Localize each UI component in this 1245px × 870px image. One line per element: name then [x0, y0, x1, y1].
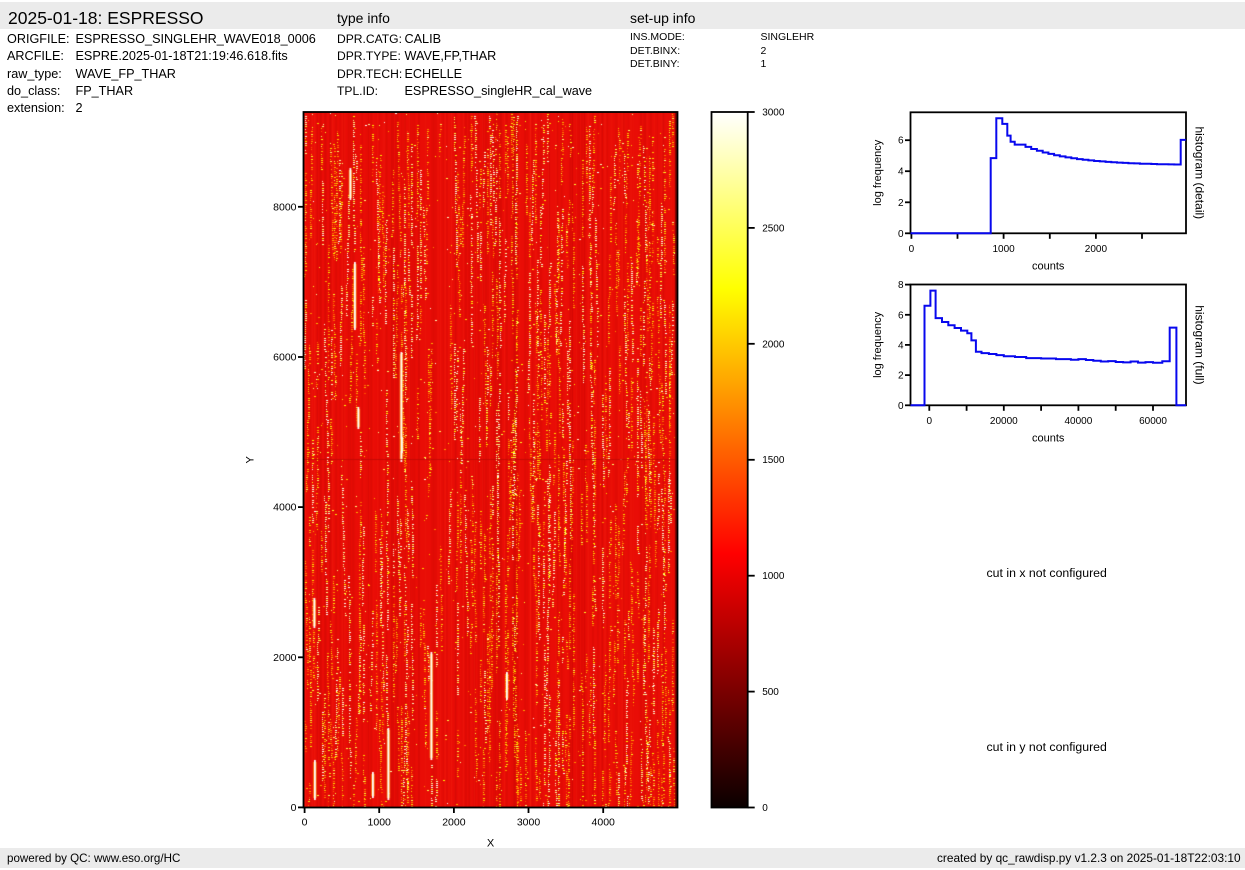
svg-text:counts: counts — [1032, 433, 1065, 445]
svg-text:8: 8 — [898, 280, 904, 291]
svg-text:2: 2 — [898, 198, 904, 209]
svg-text:1000: 1000 — [762, 571, 785, 582]
svg-text:0: 0 — [898, 229, 904, 240]
svg-text:2500: 2500 — [762, 223, 785, 234]
svg-text:2000: 2000 — [1085, 244, 1108, 255]
svg-text:20000: 20000 — [990, 416, 1018, 427]
svg-text:0: 0 — [909, 244, 915, 255]
svg-text:0: 0 — [302, 817, 308, 829]
svg-text:1500: 1500 — [762, 455, 785, 466]
svg-text:log frequency: log frequency — [872, 311, 884, 378]
svg-text:2000: 2000 — [273, 652, 297, 664]
svg-text:2: 2 — [898, 371, 904, 382]
svg-text:6: 6 — [898, 310, 904, 321]
svg-text:0: 0 — [762, 803, 768, 814]
svg-text:4: 4 — [898, 167, 904, 178]
svg-text:3000: 3000 — [762, 108, 785, 119]
svg-text:2000: 2000 — [762, 339, 785, 350]
svg-text:Y: Y — [245, 455, 257, 463]
svg-text:4000: 4000 — [273, 502, 297, 514]
svg-text:40000: 40000 — [1064, 416, 1092, 427]
svg-text:60000: 60000 — [1139, 416, 1167, 427]
svg-text:4000: 4000 — [592, 817, 616, 829]
svg-text:0: 0 — [898, 401, 904, 412]
svg-text:8000: 8000 — [273, 201, 297, 213]
svg-text:3000: 3000 — [517, 817, 541, 829]
svg-text:log frequency: log frequency — [872, 139, 884, 206]
svg-text:2000: 2000 — [442, 817, 466, 829]
svg-text:500: 500 — [762, 687, 779, 698]
svg-text:0: 0 — [927, 416, 933, 427]
svg-text:4: 4 — [898, 340, 904, 351]
svg-text:0: 0 — [291, 802, 297, 814]
svg-text:cut in x not configured: cut in x not configured — [987, 566, 1107, 580]
svg-text:histogram (full): histogram (full) — [1193, 305, 1207, 384]
svg-text:6: 6 — [898, 136, 904, 147]
svg-text:X: X — [487, 838, 495, 850]
svg-text:1000: 1000 — [368, 817, 392, 829]
svg-text:6000: 6000 — [273, 352, 297, 364]
svg-text:1000: 1000 — [992, 244, 1015, 255]
svg-text:counts: counts — [1032, 261, 1065, 273]
svg-text:cut in y not configured: cut in y not configured — [987, 740, 1107, 754]
svg-text:histogram (detail): histogram (detail) — [1193, 126, 1207, 219]
